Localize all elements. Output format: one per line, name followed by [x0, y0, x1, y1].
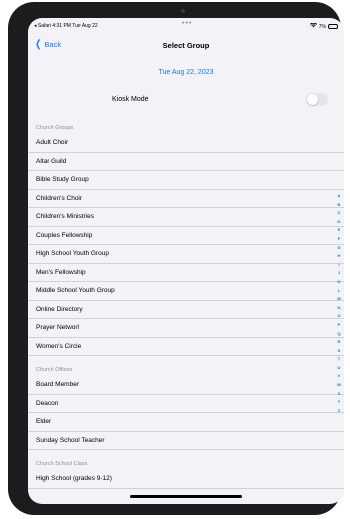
index-letter[interactable]: K	[338, 278, 341, 287]
list-item[interactable]: Deacon	[28, 394, 344, 413]
wifi-icon	[309, 22, 317, 30]
index-letter[interactable]: M	[337, 295, 340, 304]
index-letter[interactable]: J	[338, 269, 340, 278]
index-letter[interactable]: B	[338, 201, 341, 210]
index-letter[interactable]: V	[338, 372, 341, 381]
app-screen: ◂ Safari 4:31 PM Tue Aug 22 ••• 7% ❮ Bac…	[28, 18, 344, 504]
kiosk-mode-toggle[interactable]	[306, 93, 328, 106]
list-item[interactable]: Elder	[28, 413, 344, 432]
list-item[interactable]: High School Youth Group	[28, 245, 344, 264]
index-letter[interactable]: E	[338, 226, 341, 235]
list-item[interactable]: Men's Fellowship	[28, 263, 344, 282]
battery-icon	[328, 24, 338, 29]
status-bar: ◂ Safari 4:31 PM Tue Aug 22 ••• 7%	[28, 18, 344, 30]
index-letter[interactable]: U	[338, 364, 341, 373]
index-letter[interactable]: G	[337, 244, 340, 253]
list-item[interactable]: Altar Guild	[28, 152, 344, 171]
index-letter[interactable]: N	[338, 304, 341, 313]
section-header: Church School Class	[36, 461, 88, 467]
list-item[interactable]: Board Member	[28, 376, 344, 395]
home-indicator[interactable]	[130, 495, 242, 498]
list-item[interactable]: Adult Choir	[28, 134, 344, 153]
index-letter[interactable]: L	[338, 287, 340, 296]
index-letter[interactable]: I	[338, 261, 339, 270]
group-list: Church Groups Adult Choir Altar Guild Bi…	[28, 122, 344, 497]
index-letter[interactable]: R	[338, 338, 341, 347]
section-church-offices: Church Offices Board Member Deacon Elder…	[28, 364, 344, 450]
list-item[interactable]: High School (grades 9-12)	[28, 470, 344, 489]
list-item[interactable]: Sunday School Teacher	[28, 431, 344, 450]
list-item[interactable]: Bible Study Group	[28, 171, 344, 190]
index-letter[interactable]: A	[338, 192, 341, 201]
multitask-dots-icon[interactable]: •••	[182, 20, 192, 27]
toggle-knob	[307, 94, 318, 105]
alphabet-index[interactable]: ABCDEFGHIJKLMNOPQRSTUVWXYZ	[336, 192, 342, 415]
index-letter[interactable]: C	[338, 209, 341, 218]
section-church-school-class: Church School Class High School (grades …	[28, 458, 344, 489]
index-letter[interactable]: W	[337, 381, 341, 390]
index-letter[interactable]: P	[338, 321, 341, 330]
list-item[interactable]: Middle School Youth Group	[28, 282, 344, 301]
list-item[interactable]: Couples Fellowship	[28, 226, 344, 245]
kiosk-mode-label: Kiosk Mode	[112, 96, 149, 103]
section-header: Church Groups	[36, 125, 74, 131]
battery-percent: 7%	[318, 23, 326, 30]
index-letter[interactable]: X	[338, 390, 341, 399]
navigation-bar: ❮ Back Select Group	[28, 36, 344, 56]
status-left: ◂ Safari 4:31 PM Tue Aug 22	[34, 23, 98, 29]
index-letter[interactable]: Y	[338, 398, 341, 407]
date-selector[interactable]: Tue Aug 22, 2023	[28, 69, 344, 76]
index-letter[interactable]: H	[338, 252, 341, 261]
index-letter[interactable]: D	[338, 218, 341, 227]
index-letter[interactable]: F	[338, 235, 340, 244]
ipad-frame: ◂ Safari 4:31 PM Tue Aug 22 ••• 7% ❮ Bac…	[0, 0, 350, 519]
list-item[interactable]: Children's Choir	[28, 189, 344, 208]
status-right: 7%	[309, 22, 338, 30]
section-church-groups: Church Groups Adult Choir Altar Guild Bi…	[28, 122, 344, 356]
index-letter[interactable]: O	[337, 312, 340, 321]
list-item[interactable]: Prayer Networl	[28, 319, 344, 338]
index-letter[interactable]: S	[338, 347, 341, 356]
list-item[interactable]: Online Directory	[28, 300, 344, 319]
index-letter[interactable]: Q	[337, 330, 340, 339]
list-item[interactable]: Women's Circle	[28, 337, 344, 356]
index-letter[interactable]: Z	[338, 407, 340, 416]
index-letter[interactable]: T	[338, 355, 340, 364]
section-header: Church Offices	[36, 367, 73, 373]
camera-icon	[181, 9, 185, 13]
page-title: Select Group	[162, 41, 210, 50]
list-item[interactable]: Children's Ministries	[28, 208, 344, 227]
